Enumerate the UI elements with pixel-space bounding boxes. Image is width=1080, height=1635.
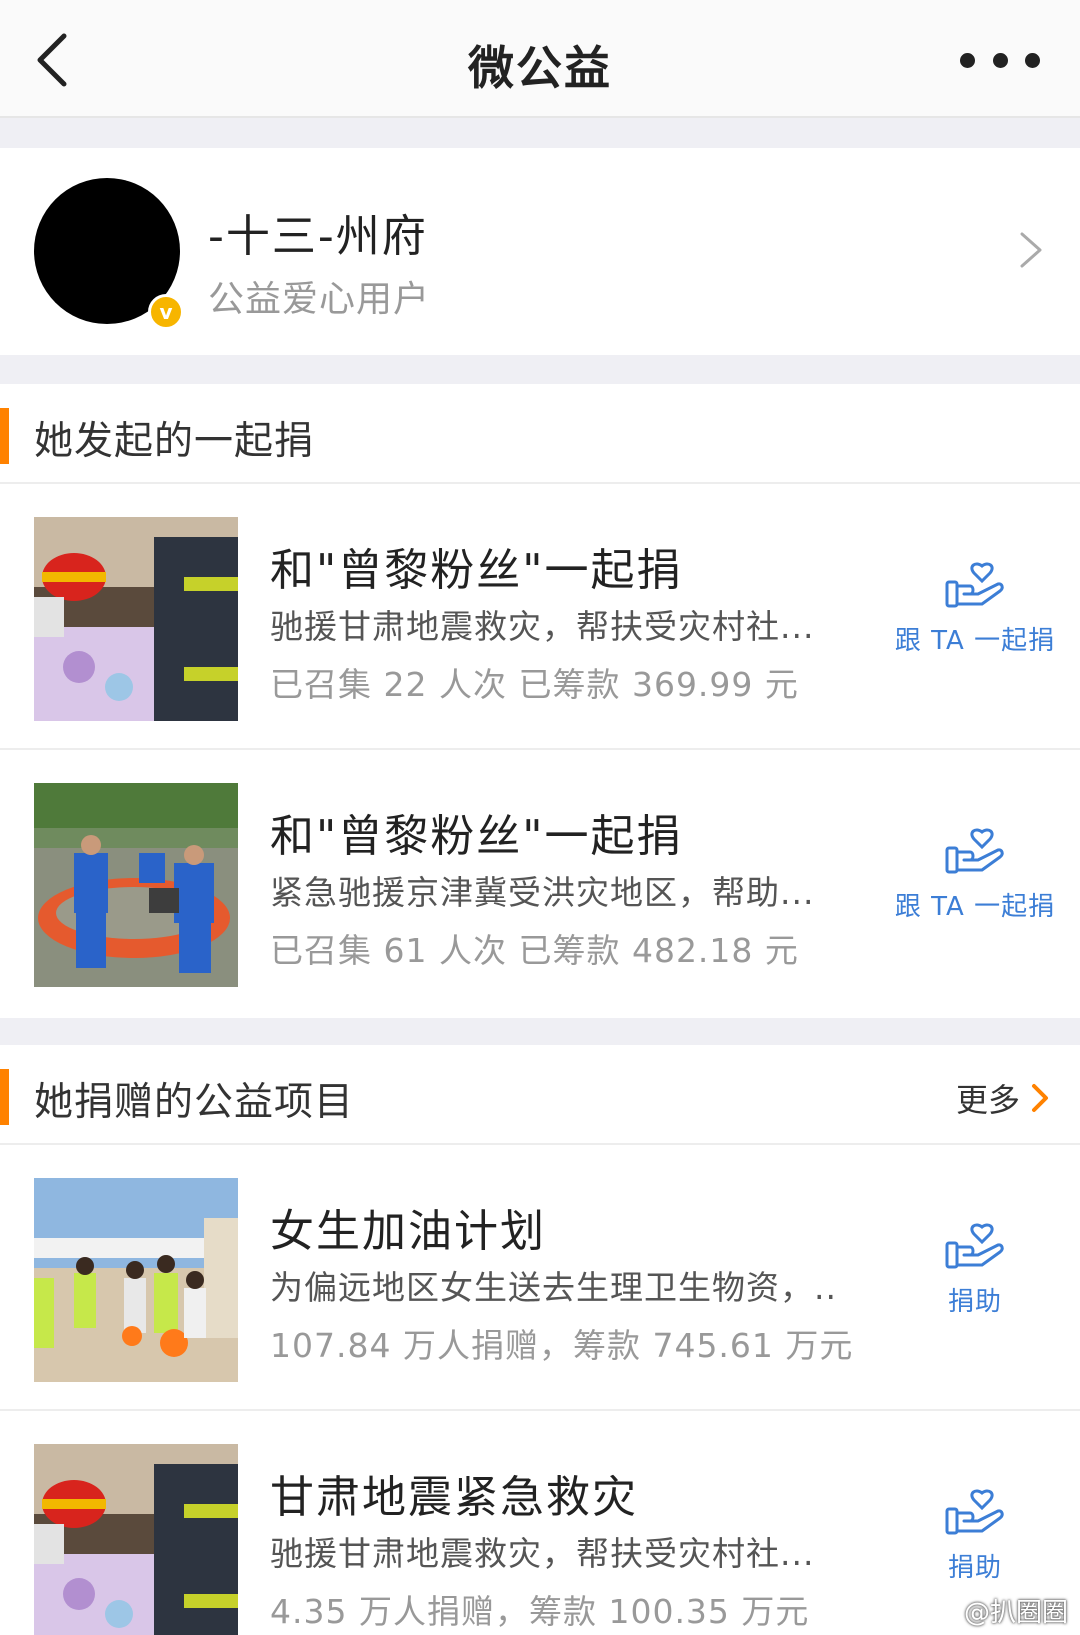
- section-title: 她发起的一起捐: [34, 419, 315, 464]
- project-thumbnail: [34, 1444, 238, 1635]
- verified-badge-icon: v: [148, 294, 184, 330]
- item-stats: 4.35 万人捐赠，筹款 100.35 万元: [270, 1592, 810, 1631]
- profile-subtitle: 公益爱心用户: [208, 279, 431, 320]
- dot-icon: [1025, 52, 1040, 68]
- watermark: @扒圈圈: [963, 1598, 1068, 1628]
- donate-button[interactable]: 捐助: [890, 1223, 1060, 1318]
- join-donate-button[interactable]: 跟 TA 一起捐: [890, 562, 1060, 657]
- donate-button[interactable]: 捐助: [890, 1489, 1060, 1584]
- more-link[interactable]: 更多: [956, 1075, 1050, 1121]
- navbar: 微公益: [0, 0, 1080, 118]
- chevron-right-icon: [1032, 1084, 1048, 1112]
- list-item[interactable]: 和"曾黎粉丝"一起捐 紧急驰援京津冀受洪灾地区，帮助... 已召集 61 人次 …: [0, 750, 1080, 1016]
- rescue-photo-image: [34, 517, 238, 721]
- item-description: 为偏远地区女生送去生理卫生物资，..: [270, 1268, 837, 1307]
- item-description: 紧急驰援京津冀受洪灾地区，帮助...: [270, 873, 815, 912]
- dot-icon: [960, 52, 975, 68]
- project-thumbnail: [34, 517, 238, 721]
- join-donate-button[interactable]: 跟 TA 一起捐: [890, 828, 1060, 923]
- item-description: 驰援甘肃地震救灾，帮扶受灾村社...: [270, 1534, 815, 1573]
- initiated-donations-section: 她发起的一起捐 和"曾黎粉丝"一起捐 驰援甘肃地震救灾，帮扶受灾村社... 已召…: [0, 384, 1080, 1018]
- project-thumbnail: [34, 783, 238, 987]
- item-description: 驰援甘肃地震救灾，帮扶受灾村社...: [270, 607, 815, 646]
- item-title: 和"曾黎粉丝"一起捐: [270, 545, 683, 596]
- flood-rescue-image: [34, 783, 238, 987]
- section-accent-bar: [0, 408, 9, 464]
- list-item[interactable]: 女生加油计划 为偏远地区女生送去生理卫生物资，.. 107.84 万人捐赠，筹款…: [0, 1145, 1080, 1411]
- project-thumbnail: [34, 1178, 238, 1382]
- more-options-button[interactable]: [960, 38, 1040, 82]
- section-header: 她发起的一起捐: [0, 384, 1080, 484]
- section-accent-bar: [0, 1069, 9, 1125]
- item-title: 和"曾黎粉丝"一起捐: [270, 811, 683, 862]
- page-title: 微公益: [468, 41, 612, 95]
- hand-heart-icon: [945, 562, 1004, 608]
- girls-outdoor-image: [34, 1178, 238, 1382]
- dot-icon: [992, 52, 1008, 68]
- list-item[interactable]: 甘肃地震紧急救灾 驰援甘肃地震救灾，帮扶受灾村社... 4.35 万人捐赠，筹款…: [0, 1411, 1080, 1635]
- section-title: 她捐赠的公益项目: [34, 1080, 355, 1125]
- item-title: 甘肃地震紧急救灾: [270, 1472, 638, 1523]
- hand-heart-icon: [945, 1489, 1004, 1535]
- more-label: 更多: [955, 1081, 1020, 1119]
- chevron-right-icon: [1020, 232, 1042, 268]
- item-title: 女生加油计划: [270, 1206, 546, 1257]
- action-label: 捐助: [947, 1287, 1002, 1317]
- action-label: 捐助: [947, 1553, 1002, 1583]
- action-label: 跟 TA 一起捐: [894, 626, 1056, 656]
- hand-heart-icon: [945, 1223, 1004, 1269]
- item-stats: 已召集 61 人次 已筹款 482.18 元: [270, 931, 799, 970]
- profile-card[interactable]: v -十三-州府 公益爱心用户: [0, 148, 1080, 355]
- donated-projects-section: 她捐赠的公益项目 更多 女生加油计划 为偏远地区女生送去生理卫生物资，.. 10…: [0, 1045, 1080, 1635]
- item-stats: 107.84 万人捐赠，筹款 745.61 万元: [270, 1326, 854, 1365]
- section-header: 她捐赠的公益项目 更多: [0, 1045, 1080, 1145]
- rescue-photo-image: [34, 1444, 238, 1635]
- action-label: 跟 TA 一起捐: [894, 892, 1056, 922]
- list-item[interactable]: 和"曾黎粉丝"一起捐 驰援甘肃地震救灾，帮扶受灾村社... 已召集 22 人次 …: [0, 484, 1080, 750]
- hand-heart-icon: [945, 828, 1004, 874]
- profile-name: -十三-州府: [208, 211, 428, 262]
- item-stats: 已召集 22 人次 已筹款 369.99 元: [270, 665, 799, 704]
